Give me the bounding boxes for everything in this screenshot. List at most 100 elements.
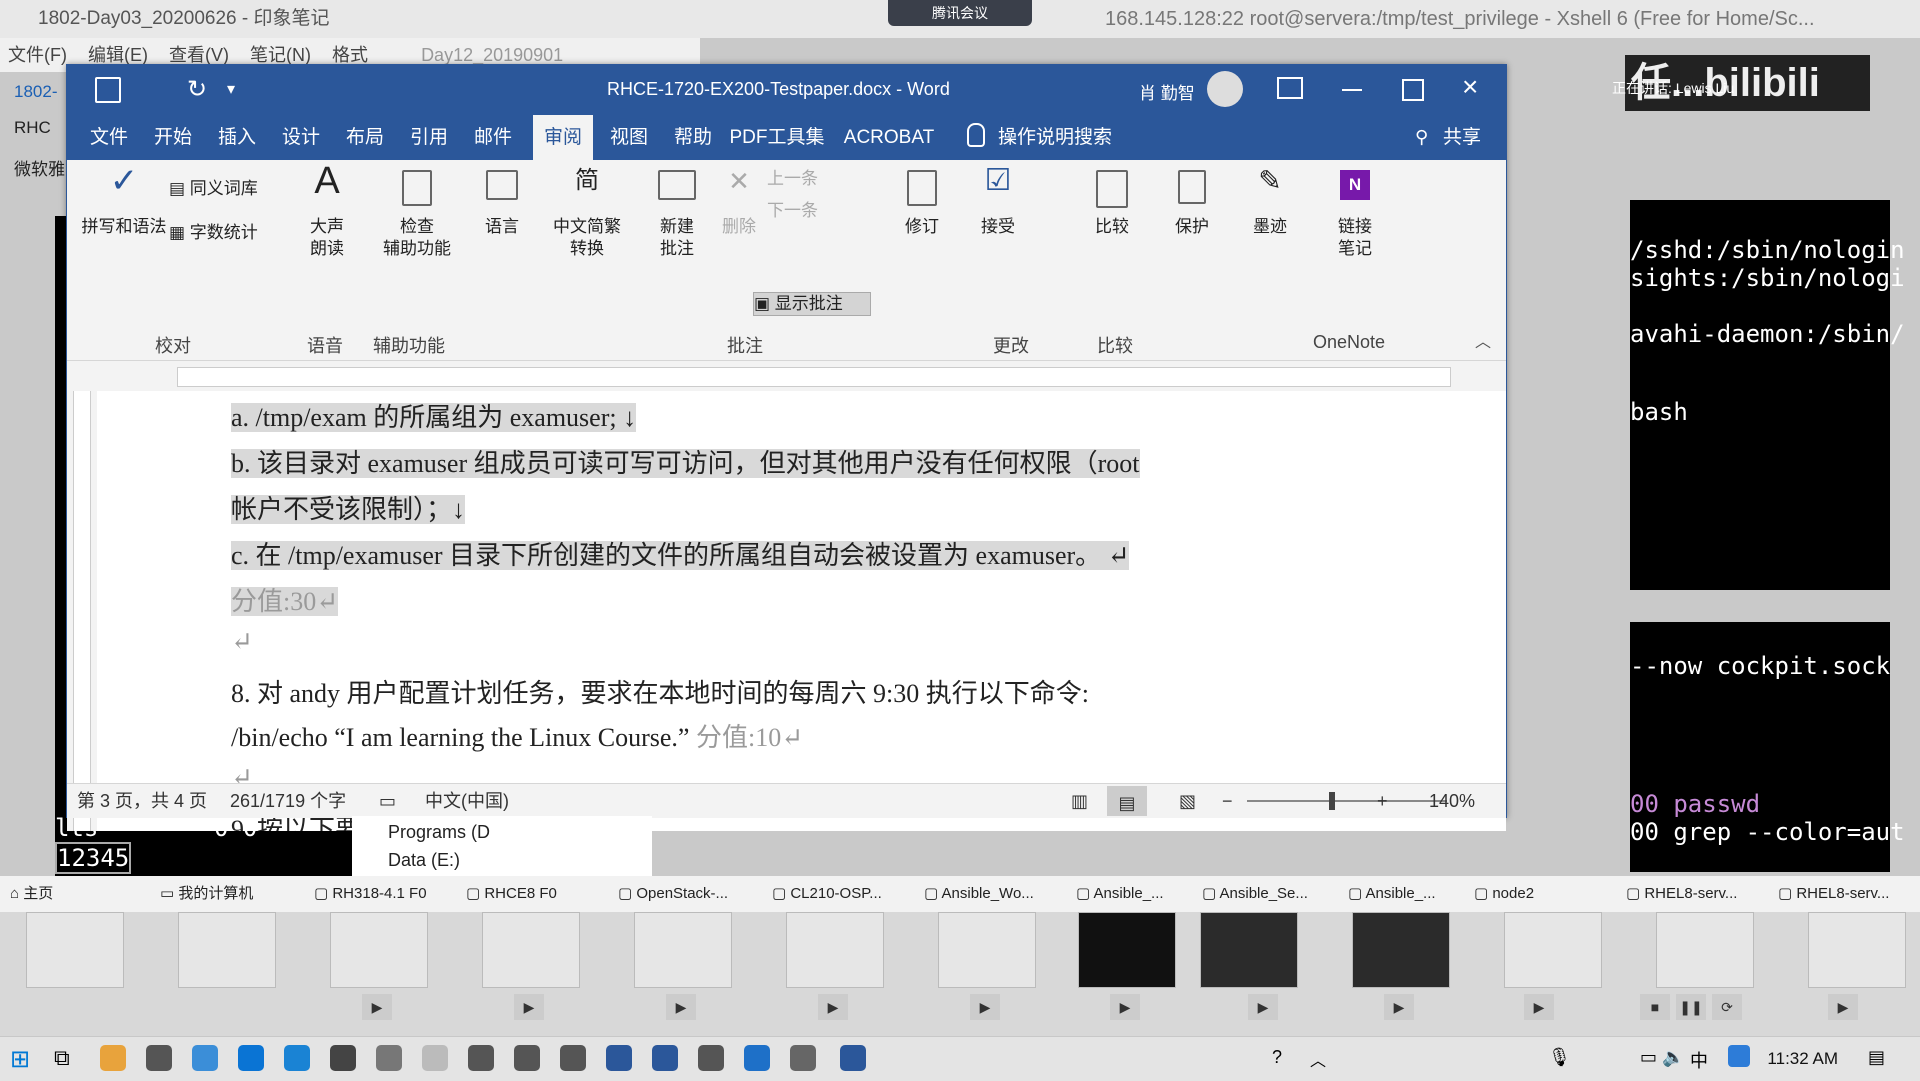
task-view-icon[interactable]: ⧉ <box>54 1045 70 1071</box>
new-comment-button[interactable]: 新建 批注 <box>637 170 717 260</box>
edge-icon[interactable] <box>238 1045 264 1071</box>
protect-button[interactable]: 保护 <box>1157 170 1227 238</box>
web-layout-icon[interactable]: ▧ <box>1179 784 1196 818</box>
tab-pdf-tools[interactable]: PDF工具集 <box>725 115 829 160</box>
restart-icon[interactable]: ⟳ <box>1712 994 1742 1020</box>
ribbon-display-icon[interactable] <box>1277 77 1303 99</box>
play-icon[interactable]: ▶ <box>818 994 848 1020</box>
app-icon[interactable] <box>468 1045 494 1071</box>
tab-file[interactable]: 文件 <box>77 115 141 160</box>
windows-start-icon[interactable]: ⊞ <box>10 1045 30 1074</box>
thumbnail-vm[interactable] <box>1808 912 1906 988</box>
tab-help[interactable]: 帮助 <box>661 115 725 160</box>
play-icon[interactable]: ▶ <box>1828 994 1858 1020</box>
save-icon[interactable] <box>95 77 121 103</box>
avatar[interactable] <box>1207 71 1243 107</box>
menu-view[interactable]: 查看(V) <box>169 45 229 65</box>
thumbnail-computer[interactable] <box>178 912 276 988</box>
app-icon[interactable] <box>606 1045 632 1071</box>
microphone-icon[interactable]: 🎙 <box>1548 1047 1571 1068</box>
tab-my-computer[interactable]: ▭ 我的计算机 <box>160 876 290 912</box>
thumbnail-vm[interactable] <box>1504 912 1602 988</box>
thumbnail-home[interactable] <box>26 912 124 988</box>
tab-home-vm[interactable]: ⌂ 主页 <box>10 876 140 912</box>
accept-button[interactable]: ☑ 接受 <box>963 166 1033 238</box>
thumbnail-vm[interactable] <box>330 912 428 988</box>
taskbar-clock[interactable]: 11:32 AM <box>1767 1037 1838 1081</box>
menu-edit[interactable]: 编辑(E) <box>88 45 148 65</box>
notifications-icon[interactable]: ▤ <box>1868 1047 1885 1068</box>
app-icon[interactable] <box>284 1045 310 1071</box>
user-name[interactable]: 肖 勤智 <box>1139 79 1195 104</box>
vertical-ruler[interactable] <box>67 391 97 831</box>
page-count[interactable]: 第 3 页，共 4 页 <box>77 784 207 818</box>
app-icon[interactable] <box>192 1045 218 1071</box>
app-icon[interactable] <box>146 1045 172 1071</box>
show-comments-button[interactable]: ▣ 显示批注 <box>753 292 871 316</box>
tab-rh318[interactable]: ▢ RH318-4.1 F0 <box>314 876 454 912</box>
tray-app-icon[interactable] <box>1728 1045 1750 1067</box>
settings-icon[interactable] <box>790 1045 816 1071</box>
thumbnail-vm-running[interactable] <box>1200 912 1298 988</box>
tab-ansible-wo[interactable]: ▢ Ansible_Wo... <box>924 876 1064 912</box>
maximize-icon[interactable] <box>1402 79 1424 101</box>
tray-expand-icon[interactable]: ︿ <box>1310 1047 1326 1071</box>
tab-ansible-2[interactable]: ▢ Ansible_... <box>1348 876 1468 912</box>
tab-view[interactable]: 视图 <box>597 115 661 160</box>
horizontal-ruler[interactable] <box>67 361 1506 391</box>
word-count[interactable]: 261/1719 个字 <box>230 784 346 818</box>
previous-comment-button[interactable]: 上一条 <box>767 168 877 190</box>
tab-openstack[interactable]: ▢ OpenStack-... <box>618 876 758 912</box>
document-page[interactable]: a. /tmp/exam 的所属组为 examuser; ↓ b. 该目录对 e… <box>97 391 1506 831</box>
pause-icon[interactable]: ❚❚ <box>1676 994 1706 1020</box>
check-accessibility-button[interactable]: 检查 辅助功能 <box>367 170 467 260</box>
tab-rhce8[interactable]: ▢ RHCE8 F0 <box>466 876 596 912</box>
app-icon[interactable] <box>376 1045 402 1071</box>
thumbnail-vm[interactable] <box>938 912 1036 988</box>
tab-acrobat[interactable]: ACROBAT <box>837 115 941 160</box>
tab-references[interactable]: 引用 <box>397 115 461 160</box>
thumbnail-vm-running[interactable] <box>1078 912 1176 988</box>
play-icon[interactable]: ▶ <box>970 994 1000 1020</box>
tab-rhel8-2[interactable]: ▢ RHEL8-serv... <box>1778 876 1918 912</box>
play-icon[interactable]: ▶ <box>1384 994 1414 1020</box>
stop-icon[interactable]: ■ <box>1640 994 1670 1020</box>
tab-home[interactable]: 开始 <box>141 115 205 160</box>
tab-insert[interactable]: 插入 <box>205 115 269 160</box>
app-icon[interactable] <box>560 1045 586 1071</box>
thumbnail-vm[interactable] <box>634 912 732 988</box>
thumbnail-vm[interactable] <box>786 912 884 988</box>
track-changes-button[interactable]: 修订 <box>887 170 957 238</box>
collapse-ribbon-icon[interactable]: ︿ <box>1475 328 1491 352</box>
language-button[interactable]: 语言 <box>467 170 537 238</box>
menu-file[interactable]: 文件(F) <box>8 45 67 65</box>
read-aloud-button[interactable]: A 大声 朗读 <box>297 162 357 260</box>
thesaurus-button[interactable]: ▤ 同义词库 <box>169 178 279 200</box>
drive-programs[interactable]: Programs (D <box>388 822 490 843</box>
zoom-in-button[interactable]: + <box>1377 784 1388 818</box>
spelling-grammar-button[interactable]: ✓ 拼写和语法 <box>79 164 169 238</box>
linked-notes-button[interactable]: N 链接 笔记 <box>1315 170 1395 260</box>
delete-comment-button[interactable]: ✕ 删除 <box>717 168 761 238</box>
tab-ansible-1[interactable]: ▢ Ansible_... <box>1076 876 1196 912</box>
read-mode-icon[interactable]: ▥ <box>1071 784 1088 818</box>
play-icon[interactable]: ▶ <box>362 994 392 1020</box>
tab-ansible-se[interactable]: ▢ Ansible_Se... <box>1202 876 1342 912</box>
compare-button[interactable]: 比较 <box>1077 170 1147 238</box>
print-layout-icon[interactable]: ▤ <box>1107 786 1147 816</box>
network-icon[interactable]: ▭ <box>1640 1047 1657 1068</box>
ink-button[interactable]: ✎ 墨迹 <box>1235 167 1305 238</box>
app-icon-active[interactable] <box>422 1045 448 1071</box>
tab-mailings[interactable]: 邮件 <box>461 115 525 160</box>
play-icon[interactable]: ▶ <box>514 994 544 1020</box>
thumbnail-vm-running[interactable] <box>1352 912 1450 988</box>
app-icon[interactable] <box>744 1045 770 1071</box>
proofing-icon[interactable]: ▭ <box>379 784 396 818</box>
play-icon[interactable]: ▶ <box>1524 994 1554 1020</box>
app-icon[interactable] <box>330 1045 356 1071</box>
share-button[interactable]: 共享 <box>1437 115 1487 160</box>
language-status[interactable]: 中文(中国) <box>425 784 509 818</box>
zoom-slider-thumb[interactable] <box>1329 792 1335 810</box>
play-icon[interactable]: ▶ <box>666 994 696 1020</box>
tab-cl210[interactable]: ▢ CL210-OSP... <box>772 876 912 912</box>
